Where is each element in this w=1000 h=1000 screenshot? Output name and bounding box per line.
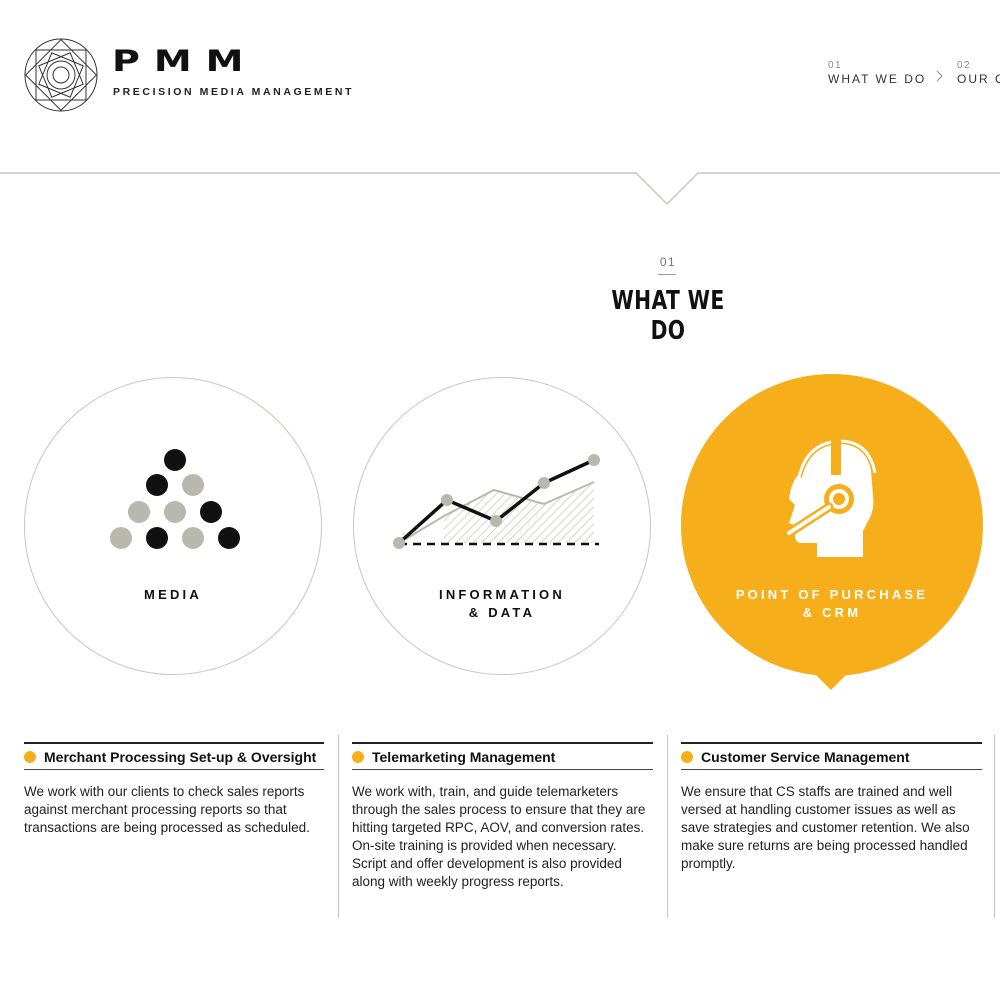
- brand-name[interactable]: PMM: [112, 46, 257, 76]
- nav-label: WHAT WE DO: [828, 72, 927, 86]
- service-circle-information-data[interactable]: INFORMATION & DATA: [353, 377, 651, 675]
- section-number-underline: [658, 274, 676, 275]
- service-title: Merchant Processing Set-up & Oversight: [44, 749, 317, 765]
- brand-subtitle: PRECISION MEDIA MANAGEMENT: [113, 86, 355, 98]
- service-title: Telemarketing Management: [372, 749, 556, 765]
- service-description: We work with our clients to check sales …: [24, 784, 310, 835]
- service-description: We work with, train, and guide telemarke…: [352, 784, 646, 889]
- active-pointer-icon: [813, 672, 849, 690]
- circle-label: INFORMATION & DATA: [439, 587, 565, 620]
- chevron-right-icon: [936, 70, 943, 82]
- service-description: We ensure that CS staffs are trained and…: [681, 784, 970, 871]
- column-divider: [667, 735, 668, 918]
- section-divider: [0, 172, 1000, 206]
- nav-label: OUR CLIENTS: [957, 72, 1000, 86]
- pyramid-dots-icon: [110, 449, 240, 549]
- column-divider: [994, 735, 995, 918]
- nav-item-our-clients[interactable]: 02 OUR CLIENTS: [957, 60, 1000, 86]
- nav-number: 02: [957, 60, 972, 71]
- top-nav: 01 WHAT WE DO 02 OUR CLIENTS: [828, 60, 1000, 100]
- service-column-merchant: Merchant Processing Set-up & Oversight W…: [24, 742, 324, 837]
- bullet-dot-icon: [352, 751, 364, 763]
- service-header: Telemarketing Management: [352, 742, 653, 770]
- service-column-telemarketing: Telemarketing Management We work with, t…: [352, 742, 653, 891]
- headset-operator-icon: [784, 437, 878, 557]
- service-header: Merchant Processing Set-up & Oversight: [24, 742, 324, 770]
- service-header: Customer Service Management: [681, 742, 982, 770]
- column-divider: [338, 735, 339, 918]
- service-title: Customer Service Management: [701, 749, 910, 765]
- service-circle-point-of-purchase-crm[interactable]: POINT OF PURCHASE & CRM: [681, 374, 983, 676]
- pmm-logo-icon[interactable]: [22, 36, 100, 114]
- bullet-dot-icon: [24, 751, 36, 763]
- circle-label: MEDIA: [144, 587, 202, 602]
- service-column-customer-service: Customer Service Management We ensure th…: [681, 742, 982, 873]
- service-circle-media[interactable]: MEDIA: [24, 377, 322, 675]
- nav-item-what-we-do[interactable]: 01 WHAT WE DO: [828, 60, 926, 86]
- bullet-dot-icon: [681, 751, 693, 763]
- section-number: 01: [659, 255, 677, 269]
- line-graph-icon: [393, 454, 600, 549]
- circle-label: POINT OF PURCHASE & CRM: [735, 587, 929, 620]
- nav-number: 01: [828, 60, 843, 71]
- section-title: WHAT WE DO: [611, 286, 725, 346]
